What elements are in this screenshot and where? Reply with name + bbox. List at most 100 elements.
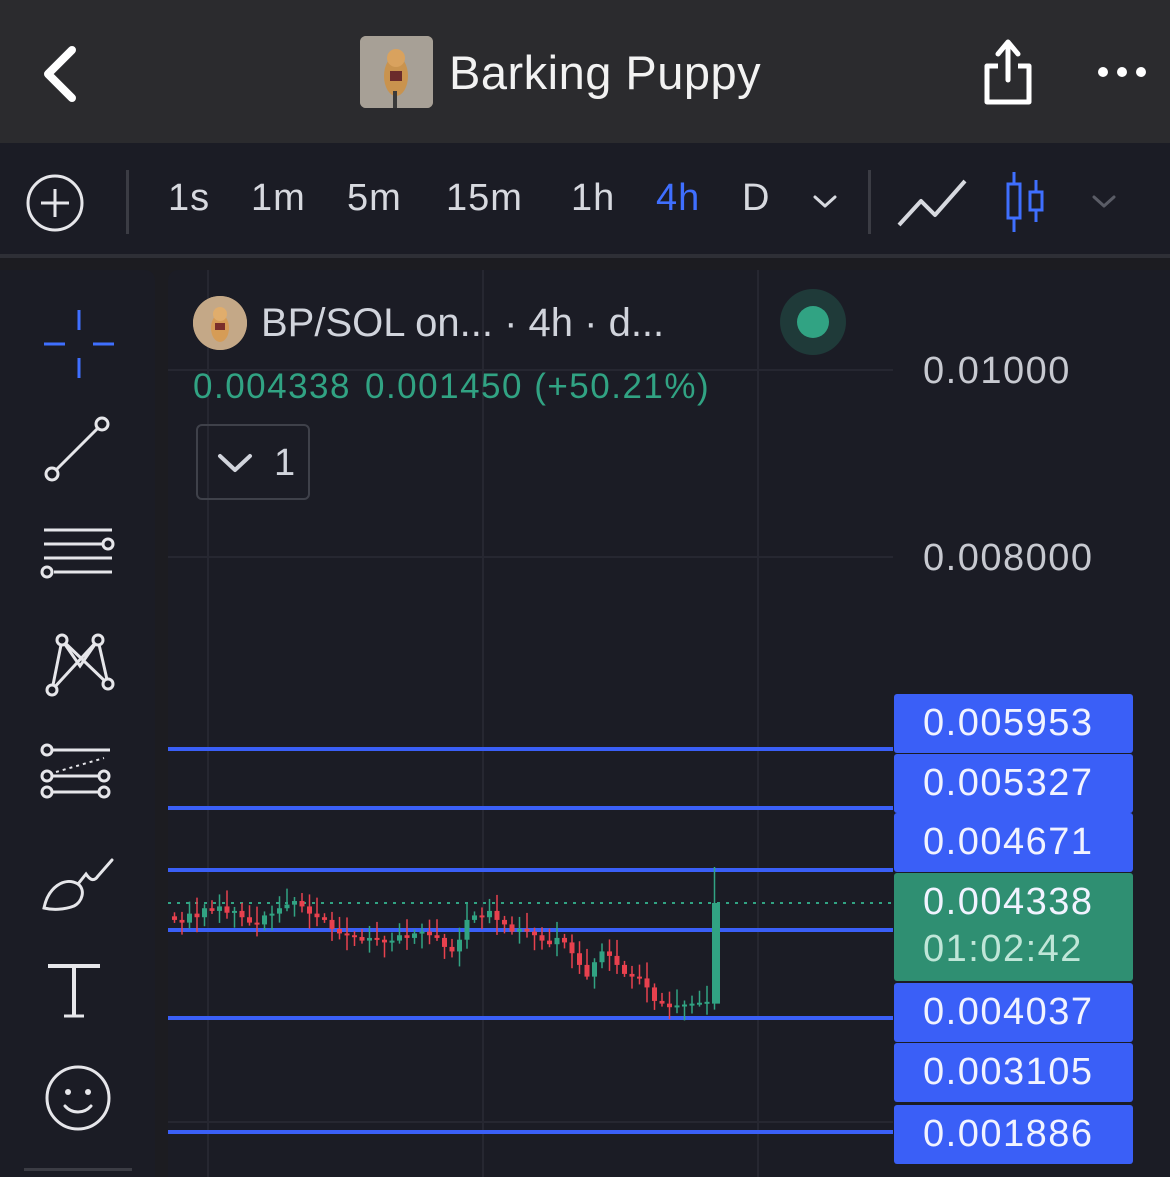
- line-chart-icon[interactable]: [895, 173, 969, 231]
- axis-label-second: 0.008000: [923, 537, 1094, 579]
- candle-body: [322, 917, 327, 920]
- timeframe-1m[interactable]: 1m: [251, 177, 306, 220]
- candle-body: [262, 915, 267, 925]
- candle-body: [637, 976, 642, 979]
- token-title: Barking Puppy: [360, 36, 761, 108]
- candle-body: [277, 908, 282, 914]
- price-tag-line-2[interactable]: 0.005327: [894, 754, 1133, 813]
- timeframe-1h[interactable]: 1h: [571, 177, 615, 220]
- toolbar-divider: [868, 170, 871, 234]
- toolbar-divider: [126, 170, 129, 234]
- back-arrow-icon[interactable]: [34, 40, 94, 108]
- forecast-icon[interactable]: [34, 732, 124, 822]
- candle-body: [629, 973, 635, 977]
- tools-divider: [24, 1168, 132, 1171]
- candle-body: [344, 933, 350, 936]
- candlestick-chart-icon[interactable]: [1002, 170, 1048, 234]
- symbol-avatar: [193, 296, 247, 350]
- price-tag-line-5[interactable]: 0.003105: [894, 1043, 1133, 1102]
- candle-body: [562, 937, 567, 943]
- market-status-indicator[interactable]: [780, 289, 846, 355]
- candle-body: [644, 978, 650, 988]
- timeframe-1s[interactable]: 1s: [168, 177, 210, 220]
- current-price: 0.004338: [923, 881, 1094, 923]
- candle-body: [352, 935, 357, 938]
- candle-body: [359, 937, 365, 941]
- brush-icon[interactable]: [34, 844, 124, 934]
- add-indicator-icon[interactable]: [25, 173, 85, 233]
- candle-body: [367, 937, 372, 941]
- more-options-icon[interactable]: [1095, 55, 1151, 89]
- candle-body: [547, 940, 552, 945]
- indicators-toggle-button[interactable]: 1: [196, 424, 310, 500]
- candle-body: [427, 931, 432, 936]
- candle-body: [314, 913, 320, 918]
- ohlc-values: 0.004338 0.001450 (+50.21%): [193, 367, 724, 407]
- drawing-tools-panel: [0, 270, 155, 1177]
- candle-body: [449, 946, 455, 952]
- candle-body: [382, 939, 387, 943]
- candle-body: [584, 964, 590, 977]
- candle-body: [524, 928, 530, 932]
- candle-body: [667, 1003, 672, 1008]
- candle-body: [329, 919, 335, 929]
- candle-body: [209, 908, 215, 911]
- candle-body: [689, 1003, 695, 1006]
- candle-body: [517, 928, 522, 932]
- candle-body: [172, 916, 177, 920]
- timeframe-4h[interactable]: 4h: [656, 177, 700, 220]
- chart-type-dropdown-chevron-icon[interactable]: [1090, 189, 1118, 213]
- candle-body: [254, 922, 260, 925]
- candle-body: [307, 906, 312, 914]
- axis-label-top: 0.01000: [923, 350, 1071, 392]
- candle-body: [419, 931, 425, 934]
- candle-body: [269, 913, 275, 916]
- candle-body: [509, 924, 515, 932]
- candle-body: [577, 953, 582, 965]
- timeframe-15m[interactable]: 15m: [446, 177, 523, 220]
- crosshair-icon[interactable]: [34, 300, 124, 390]
- candle-body: [494, 910, 500, 920]
- change-value: 0.001450 (+50.21%): [364, 367, 711, 406]
- candle-body: [232, 910, 237, 913]
- price-tag-line-4[interactable]: 0.004037: [894, 983, 1133, 1042]
- timeframe-D[interactable]: D: [742, 177, 770, 220]
- candle-body: [202, 908, 207, 918]
- price-tag-line-1[interactable]: 0.005953: [894, 694, 1133, 753]
- candle-body: [479, 915, 485, 918]
- candle-body: [674, 1005, 680, 1008]
- candle-body: [284, 904, 290, 909]
- candle-body: [194, 913, 200, 918]
- price-tag-line-6[interactable]: 0.001886: [894, 1105, 1133, 1164]
- chevron-down-icon: [218, 454, 252, 472]
- close-value: 0.004338: [193, 367, 351, 406]
- share-icon[interactable]: [980, 36, 1036, 108]
- candle-body: [712, 903, 720, 1004]
- candle-body: [374, 937, 380, 940]
- page-title: Barking Puppy: [449, 45, 762, 99]
- candle-body: [412, 933, 417, 938]
- timeframe-5m[interactable]: 5m: [347, 177, 402, 220]
- candle-body: [502, 919, 507, 925]
- horizontal-lines-icon[interactable]: [34, 516, 124, 606]
- chart-legend[interactable]: BP/SOL on... · 4h · d...: [193, 295, 664, 351]
- price-chart[interactable]: BP/SOL on... · 4h · d... 0.004338 0.00145…: [168, 270, 1170, 1177]
- text-icon[interactable]: [34, 944, 124, 1034]
- bar-countdown: 01:02:42: [923, 928, 1083, 970]
- candle-body: [532, 931, 537, 936]
- candle-body: [592, 962, 597, 977]
- timeframe-dropdown-chevron-icon[interactable]: [811, 189, 839, 213]
- current-price-tag[interactable]: 0.004338 01:02:42: [894, 873, 1133, 981]
- candle-body: [247, 917, 252, 923]
- candle-body: [434, 935, 440, 938]
- emoji-icon[interactable]: [34, 1054, 124, 1144]
- price-tag-line-3[interactable]: 0.004671: [894, 813, 1133, 872]
- chart-toolbar: 1s 1m 5m 15m 1h 4h D: [0, 143, 1170, 258]
- candle-body: [457, 939, 462, 952]
- pattern-icon[interactable]: [34, 624, 124, 714]
- candle-body: [599, 951, 605, 963]
- candle-body: [569, 942, 575, 954]
- trend-line-icon[interactable]: [34, 408, 124, 498]
- token-avatar: [360, 36, 433, 108]
- candle-body: [224, 906, 230, 913]
